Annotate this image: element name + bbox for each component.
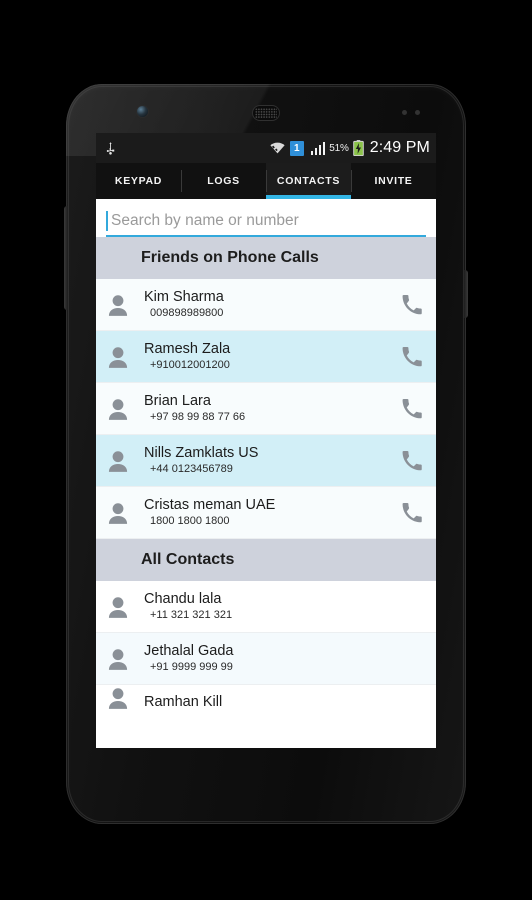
person-avatar-icon [108,398,128,420]
table-row[interactable]: Ramesh Zala +910012001200 [96,331,436,383]
contact-number: 009898989800 [150,307,224,319]
sim-badge: 1 [289,140,304,156]
tab-logs[interactable]: LOGS [181,163,266,199]
search-bar [96,199,436,237]
tab-keypad-label: KEYPAD [114,175,163,187]
contact-number: +91 9999 999 99 [150,661,233,673]
tab-contacts-label: CONTACTS [276,175,341,187]
earpiece-speaker-icon [253,106,279,120]
table-row[interactable]: Chandu lala +11 321 321 321 [96,581,436,633]
table-row[interactable]: Nills Zamklats US +44 0123456789 [96,435,436,487]
search-input[interactable] [108,212,426,230]
phone-call-icon[interactable] [398,448,424,474]
power-button[interactable] [464,270,468,318]
person-avatar-icon [108,294,128,316]
table-row[interactable]: Kim Sharma 009898989800 [96,279,436,331]
contact-name: Chandu lala [144,591,222,607]
person-avatar-icon [108,450,128,472]
phone-screen: 1 51% 2:49 PM KEYPAD LOGS CONTACTS INVIT… [96,133,436,748]
section-title: Friends on Phone Calls [141,249,319,266]
tab-invite[interactable]: INVITE [351,163,436,199]
contact-number: 1800 1800 1800 [150,515,230,527]
proximity-sensor-icon [402,110,420,115]
tab-keypad[interactable]: KEYPAD [96,163,181,199]
contact-name: Ramesh Zala [144,341,231,357]
contact-name: Kim Sharma [144,289,224,305]
usb-icon [106,141,115,155]
signal-bars-icon [310,141,326,155]
contacts-list[interactable]: Friends on Phone Calls Kim Sharma 009898… [96,237,436,711]
phone-call-icon[interactable] [398,396,424,422]
phone-call-icon[interactable] [398,344,424,370]
person-avatar-icon [108,502,128,524]
person-avatar-icon [108,596,128,618]
contacts-screen: Friends on Phone Calls Kim Sharma 009898… [96,199,436,748]
contact-name: Brian Lara [144,393,211,409]
status-clock: 2:49 PM [369,139,430,156]
person-avatar-icon [108,648,128,670]
person-avatar-icon [108,346,128,368]
status-bar: 1 51% 2:49 PM [96,133,436,163]
table-row[interactable]: Cristas meman UAE 1800 1800 1800 [96,487,436,539]
table-row[interactable]: Brian Lara +97 98 99 88 77 66 [96,383,436,435]
search-field[interactable] [106,207,426,237]
contact-number: +97 98 99 88 77 66 [150,411,246,423]
phone-call-icon[interactable] [398,500,424,526]
phone-device: 1 51% 2:49 PM KEYPAD LOGS CONTACTS INVIT… [64,84,468,824]
tab-contacts[interactable]: CONTACTS [266,163,351,199]
section-header-all-contacts: All Contacts [96,539,436,581]
section-header-friends: Friends on Phone Calls [96,237,436,279]
battery-charging-icon [352,140,364,156]
front-camera-icon [137,106,148,117]
tab-bar: KEYPAD LOGS CONTACTS INVITE [96,163,436,199]
contact-number: +44 0123456789 [150,463,233,475]
battery-percent-label: 51% [329,142,349,154]
contact-number: +910012001200 [150,359,230,371]
person-avatar-icon [108,688,128,709]
table-row[interactable]: Ramhan Kill [96,685,436,711]
contact-name: Jethalal Gada [144,643,234,659]
phone-call-icon[interactable] [398,292,424,318]
wifi-icon [270,142,285,154]
tab-logs-label: LOGS [207,175,240,187]
table-row[interactable]: Jethalal Gada +91 9999 999 99 [96,633,436,685]
contact-name: Cristas meman UAE [144,497,276,513]
volume-rocker-button[interactable] [64,206,68,310]
tab-invite-label: INVITE [374,175,413,187]
section-title: All Contacts [141,551,235,568]
contact-name: Ramhan Kill [144,693,223,710]
contact-number: +11 321 321 321 [150,609,233,621]
screenshot-stage: 1 51% 2:49 PM KEYPAD LOGS CONTACTS INVIT… [0,0,532,900]
contact-name: Nills Zamklats US [144,445,259,461]
